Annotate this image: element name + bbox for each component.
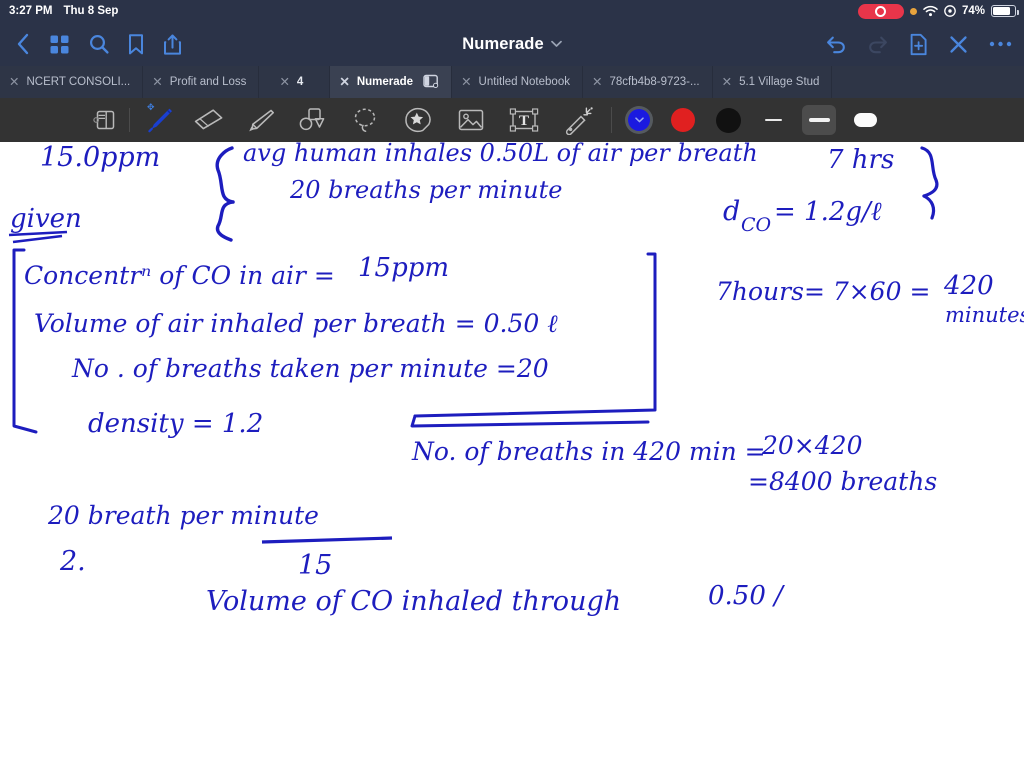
nav-right-buttons bbox=[825, 22, 1012, 66]
eraser-icon[interactable] bbox=[183, 107, 235, 133]
tab-close-icon[interactable]: ✕ bbox=[9, 76, 19, 89]
status-time: 3:27 PM bbox=[9, 5, 53, 17]
note-density-co-rest: = 1.2g/ℓ bbox=[774, 197, 882, 227]
battery-percent: 74% bbox=[961, 5, 985, 17]
stroke-medium-button[interactable] bbox=[796, 105, 842, 135]
back-button[interactable] bbox=[16, 32, 31, 56]
document-plus-icon[interactable] bbox=[909, 33, 928, 56]
undo-icon[interactable] bbox=[825, 34, 847, 54]
note-canvas[interactable]: 15.0ppm avg human inhales 0.50L of air p… bbox=[0, 142, 1024, 768]
toolbar-divider-2 bbox=[611, 107, 612, 133]
tab-label: 5.1 Village Stud bbox=[739, 76, 820, 88]
note-hours-calc: 7hours= 7×60 = bbox=[716, 277, 930, 306]
tab-bar: ✕ NCERT CONSOLI... ✕ Profit and Loss ✕ 4… bbox=[0, 66, 1024, 98]
tab-label: Untitled Notebook bbox=[478, 76, 570, 88]
tab-ncert-consolidated[interactable]: ✕ NCERT CONSOLI... bbox=[0, 66, 144, 98]
note-ppm-value: 15.0ppm bbox=[40, 142, 160, 173]
status-date: Thu 8 Sep bbox=[63, 5, 119, 17]
toolbar-divider bbox=[129, 108, 130, 132]
highlighter-icon[interactable] bbox=[235, 106, 287, 134]
note-given-line2: Volume of air inhaled per breath = 0.50 … bbox=[34, 309, 558, 338]
close-x-icon[interactable] bbox=[948, 34, 969, 55]
ellipsis-icon[interactable] bbox=[989, 40, 1012, 48]
lasso-icon[interactable] bbox=[339, 106, 391, 134]
svg-text:T: T bbox=[519, 113, 529, 129]
tab-village-study[interactable]: ✕ 5.1 Village Stud bbox=[713, 66, 833, 98]
tab-profit-and-loss[interactable]: ✕ Profit and Loss bbox=[143, 66, 260, 98]
record-pill-icon bbox=[857, 3, 904, 19]
split-view-icon[interactable] bbox=[423, 74, 439, 91]
wifi-icon bbox=[923, 5, 938, 17]
share-icon[interactable] bbox=[162, 33, 183, 56]
nav-left-buttons bbox=[10, 32, 183, 56]
note-fraction-denominator: 15 bbox=[298, 550, 332, 581]
status-bar: 3:27 PM Thu 8 Sep 74% bbox=[0, 0, 1024, 22]
tab-label: Profit and Loss bbox=[169, 76, 247, 88]
note-breaths-calc-result: =8400 breaths bbox=[748, 467, 937, 496]
note-volume-co-value: 0.50 / bbox=[708, 581, 785, 611]
bookmark-icon[interactable] bbox=[127, 33, 145, 56]
navigation-bar: Numerade bbox=[0, 22, 1024, 66]
bluetooth-icon: ✥ bbox=[147, 102, 155, 112]
tab-close-icon[interactable]: ✕ bbox=[339, 76, 349, 89]
library-grid-button[interactable] bbox=[48, 33, 71, 56]
chevron-down-icon[interactable] bbox=[550, 35, 562, 53]
sticker-star-icon[interactable] bbox=[391, 106, 445, 134]
tool-bar: ✥ T bbox=[0, 98, 1024, 142]
note-given-line4: density = 1.2 bbox=[88, 409, 263, 439]
note-breath-per-minute: 20 breath per minute bbox=[47, 501, 319, 530]
shapes-icon[interactable] bbox=[287, 107, 339, 133]
note-breaths-calc: No. of breaths in 420 min = bbox=[411, 437, 766, 466]
chevron-down-icon bbox=[628, 109, 650, 131]
note-given-line1: Concentrⁿ of CO in air = bbox=[24, 261, 335, 290]
note-avg-human-line1: avg human inhales 0.50L of air per breat… bbox=[243, 142, 758, 167]
image-icon[interactable] bbox=[445, 108, 497, 132]
pen-icon[interactable]: ✥ bbox=[137, 102, 183, 137]
tab-label: NCERT CONSOLI... bbox=[26, 76, 131, 88]
tab-label: Numerade bbox=[356, 76, 414, 88]
redo-icon[interactable] bbox=[867, 34, 889, 54]
note-density-co: d bbox=[723, 196, 740, 227]
orange-dot-icon bbox=[909, 7, 917, 15]
note-breaths-calc-value: 20×420 bbox=[761, 431, 863, 460]
tab-close-icon[interactable]: ✕ bbox=[722, 76, 732, 89]
note-hours: 7 hrs bbox=[827, 145, 894, 175]
battery-icon bbox=[991, 5, 1019, 17]
tab-close-icon[interactable]: ✕ bbox=[592, 76, 602, 89]
note-hours-calc-unit: minutes bbox=[945, 303, 1024, 327]
note-density-co-sub: CO bbox=[741, 214, 772, 236]
note-given-label: given bbox=[10, 204, 82, 234]
color-swatch-red[interactable] bbox=[660, 108, 706, 132]
tab-4[interactable]: ✕ 4 bbox=[259, 66, 331, 98]
handwriting-layer: 15.0ppm avg human inhales 0.50L of air p… bbox=[8, 142, 1024, 617]
notability-app: 3:27 PM Thu 8 Sep 74% Numerade ✕ NCERT C… bbox=[0, 0, 1024, 768]
status-bar-right: 74% bbox=[857, 0, 1019, 22]
note-hours-calc-value: 420 bbox=[943, 271, 994, 301]
tab-label: 4 bbox=[296, 76, 304, 88]
status-bar-left: 3:27 PM Thu 8 Sep bbox=[9, 5, 118, 17]
magic-wand-icon[interactable] bbox=[551, 105, 605, 135]
tab-label: 78cfb4b8-9723-... bbox=[609, 76, 700, 88]
tab-close-icon[interactable]: ✕ bbox=[279, 76, 289, 89]
search-icon[interactable] bbox=[88, 33, 110, 55]
tab-untitled-notebook[interactable]: ✕ Untitled Notebook bbox=[452, 66, 583, 98]
tab-78cfb4b8[interactable]: ✕ 78cfb4b8-9723-... bbox=[583, 66, 713, 98]
note-step-2: 2. bbox=[59, 546, 86, 577]
page-layout-icon[interactable] bbox=[88, 109, 122, 131]
note-volume-co: Volume of CO inhaled through bbox=[206, 586, 621, 617]
tab-close-icon[interactable]: ✕ bbox=[152, 76, 162, 89]
color-swatch-blue[interactable] bbox=[618, 109, 660, 131]
page-title: Numerade bbox=[462, 34, 544, 53]
location-icon bbox=[944, 5, 956, 17]
stroke-thick-button[interactable] bbox=[842, 105, 888, 135]
tab-numerade[interactable]: ✕ Numerade bbox=[330, 66, 453, 98]
tab-close-icon[interactable]: ✕ bbox=[461, 76, 471, 89]
note-avg-human-line2: 20 breaths per minute bbox=[289, 176, 562, 204]
stroke-thin-button[interactable] bbox=[750, 105, 796, 135]
text-box-icon[interactable]: T bbox=[497, 107, 551, 133]
note-given-line3: No . of breaths taken per minute =20 bbox=[71, 354, 549, 383]
note-given-line1-value: 15ppm bbox=[358, 253, 449, 283]
color-swatch-black[interactable] bbox=[706, 107, 750, 133]
